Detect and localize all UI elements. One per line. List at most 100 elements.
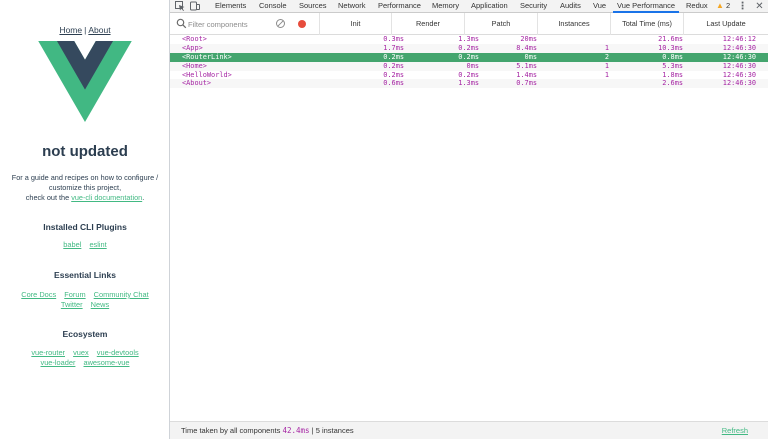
vue-logo: [38, 41, 132, 122]
tab-memory[interactable]: Memory: [432, 0, 459, 13]
tab-redux[interactable]: Redux: [686, 0, 708, 13]
column-header-total-time[interactable]: Total Time (ms): [611, 13, 684, 35]
table-row[interactable]: <Root> 0.3ms 1.3ms 20ms 21.6ms 12:46:12: [170, 35, 768, 44]
cell-instances: 1: [604, 70, 609, 79]
table-row[interactable]: <About> 0.6ms 1.3ms 0.7ms 2.6ms 12:46:30: [170, 79, 768, 89]
warning-icon: ▲: [716, 1, 724, 10]
page-title: not updated: [42, 143, 128, 160]
essential-links-row-2: Twitter News: [0, 300, 169, 310]
app-pane: Home | About not updated For a guide and r…: [0, 0, 170, 439]
close-icon[interactable]: ✕: [754, 1, 765, 12]
essential-links-heading: Essential Links: [54, 270, 116, 280]
guide-suffix: .: [142, 193, 145, 202]
cell-render: 0.2ms: [458, 52, 479, 61]
perf-toolbar: Init Render Patch Instances Total Time (…: [170, 13, 768, 35]
tab-application[interactable]: Application: [471, 0, 508, 13]
record-icon[interactable]: [298, 20, 306, 28]
filter-box: [170, 13, 320, 35]
essential-link-news[interactable]: News: [91, 300, 109, 309]
ecosystem-link-vuex[interactable]: vuex: [73, 348, 89, 357]
warning-badge[interactable]: ▲ 2: [716, 0, 730, 13]
column-header-init[interactable]: Init: [320, 13, 392, 35]
refresh-link[interactable]: Refresh: [722, 422, 748, 439]
essential-link-core-docs[interactable]: Core Docs: [21, 290, 56, 299]
inspect-icon[interactable]: [174, 1, 185, 12]
ecosystem-links-row-2: vue-loader awesome-vue: [0, 358, 169, 368]
cell-last: 12:46:30: [722, 70, 756, 79]
clear-icon[interactable]: [275, 18, 286, 29]
search-icon: [176, 18, 187, 29]
table-row[interactable]: <Home> 0.2ms 0ms 5.1ms 1 5.3ms 12:46:30: [170, 61, 768, 71]
filter-components-input[interactable]: [188, 17, 273, 31]
table-row[interactable]: <HelloWorld> 0.2ms 0.2ms 1.4ms 1 1.8ms 12:46:3…: [170, 71, 768, 80]
cell-init: 0.2ms: [383, 70, 404, 79]
guide-prefix: check out the: [25, 193, 70, 202]
cell-instances: 1: [604, 61, 609, 70]
tab-audits[interactable]: Audits: [560, 0, 581, 13]
essential-link-forum[interactable]: Forum: [64, 290, 85, 299]
cell-last: 12:46:30: [722, 61, 756, 70]
ecosystem-links-row-1: vue-router vuex vue-devtools: [0, 348, 169, 358]
vue-cli-docs-link[interactable]: vue-cli documentation: [71, 193, 142, 202]
status-separator: |: [311, 426, 314, 435]
tab-sources[interactable]: Sources: [299, 0, 327, 13]
cell-render: 1.3ms: [458, 35, 479, 43]
status-prefix: Time taken by all components: [181, 426, 281, 435]
ecosystem-link-vue-loader[interactable]: vue-loader: [41, 358, 76, 367]
tab-console[interactable]: Console: [259, 0, 287, 13]
essential-link-community-chat[interactable]: Community Chat: [94, 290, 149, 299]
plugin-link-eslint[interactable]: eslint: [89, 240, 106, 249]
essential-links-row-1: Core Docs Forum Community Chat: [0, 290, 169, 300]
devtools-tabbar: Elements Console Sources Network Perform…: [170, 0, 768, 13]
guide-line-1: For a guide and recipes on how to config…: [11, 173, 159, 182]
tab-vue[interactable]: Vue: [593, 0, 606, 13]
ecosystem-link-vue-devtools[interactable]: vue-devtools: [97, 348, 139, 357]
essential-link-twitter[interactable]: Twitter: [61, 300, 83, 309]
device-toggle-icon[interactable]: [189, 1, 200, 12]
cell-init: 0.2ms: [383, 61, 404, 70]
tab-vue-performance[interactable]: Vue Performance: [613, 0, 680, 13]
more-vert-icon[interactable]: ⋮: [737, 1, 748, 12]
column-header-instances[interactable]: Instances: [538, 13, 611, 35]
ecosystem-heading: Ecosystem: [62, 329, 108, 339]
tab-performance[interactable]: Performance: [378, 0, 421, 13]
guide-line-3: check out the vue-cli documentation.: [0, 193, 169, 203]
status-text: Time taken by all components 42.4ms | 5 …: [181, 422, 354, 439]
tab-security[interactable]: Security: [520, 0, 547, 13]
column-header-render[interactable]: Render: [392, 13, 465, 35]
nav-home-link[interactable]: Home: [59, 25, 82, 35]
cell-init: 0.3ms: [383, 35, 404, 43]
app-nav: Home | About: [0, 25, 169, 35]
status-instances: 5 instances: [315, 426, 354, 435]
plugin-link-babel[interactable]: babel: [63, 240, 81, 249]
cell-render: 0.2ms: [458, 43, 479, 52]
cell-total: 5.3ms: [662, 61, 683, 70]
plugins-links: babel eslint: [0, 240, 169, 250]
table-row[interactable]: <RouterLink> 0.2ms 0.2ms 0ms 2 0.8ms 12:46:30: [170, 52, 768, 62]
table-row[interactable]: <App> 1.7ms 0.2ms 8.4ms 1 10.3ms 12:46:30: [170, 43, 768, 53]
cell-patch: 0.7ms: [516, 79, 537, 88]
cell-init: 0.6ms: [383, 79, 404, 88]
column-header-patch[interactable]: Patch: [465, 13, 538, 35]
ecosystem-link-vue-router[interactable]: vue-router: [31, 348, 65, 357]
cell-init: 1.7ms: [383, 43, 404, 52]
cell-last: 12:46:30: [722, 52, 756, 61]
status-bar: Time taken by all components 42.4ms | 5 …: [170, 421, 768, 439]
cell-patch: 1.4ms: [516, 70, 537, 79]
cell-name: <App>: [182, 43, 203, 52]
tab-elements[interactable]: Elements: [215, 0, 246, 13]
cell-name: <Home>: [182, 61, 207, 70]
ecosystem-link-awesome-vue[interactable]: awesome-vue: [83, 358, 129, 367]
cell-last: 12:46:30: [722, 43, 756, 52]
column-header-last-update[interactable]: Last Update: [684, 13, 768, 35]
tab-network[interactable]: Network: [338, 0, 366, 13]
cell-patch: 5.1ms: [516, 61, 537, 70]
cell-last: 12:46:12: [722, 35, 756, 43]
nav-about-link[interactable]: About: [88, 25, 110, 35]
cell-name: <Root>: [182, 35, 207, 43]
cell-total: 2.6ms: [662, 79, 683, 88]
guide-text: For a guide and recipes on how to config…: [0, 173, 169, 203]
warning-count: 2: [726, 1, 731, 10]
cell-last: 12:46:30: [722, 79, 756, 88]
cell-total: 1.8ms: [662, 70, 683, 79]
